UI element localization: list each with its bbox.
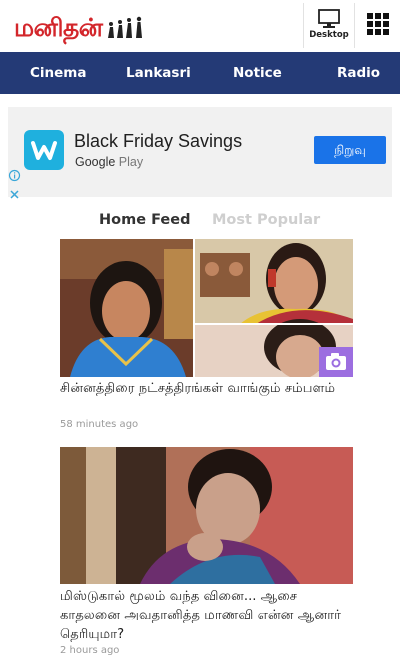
menu-grid-button[interactable] (364, 10, 392, 38)
article-thumbnail[interactable] (60, 447, 353, 584)
article-image (60, 447, 353, 584)
ad-close-icon[interactable] (8, 188, 21, 201)
ad-info-icon[interactable] (8, 169, 21, 182)
camera-icon (326, 353, 346, 370)
site-logo[interactable]: மனிதன் (14, 9, 146, 43)
article-image (60, 239, 353, 377)
ad-install-button[interactable]: நிறுவு (314, 136, 386, 164)
desktop-label: Desktop (309, 30, 349, 40)
monitor-icon (318, 9, 340, 28)
tab-home-feed[interactable]: Home Feed (99, 212, 190, 228)
article-time: 2 hours ago (60, 645, 120, 656)
logo-text: மனிதன் (14, 13, 103, 42)
desktop-view-button[interactable]: Desktop (303, 3, 355, 48)
evolution-figures-icon (107, 16, 142, 38)
article-time: 58 minutes ago (60, 419, 139, 430)
ad-info-controls[interactable] (8, 167, 21, 199)
ad-banner[interactable]: Black Friday Savings Google Play நிறுவு (8, 107, 392, 199)
ad-subtitle-product: Play (118, 155, 144, 169)
app-logo-icon (24, 130, 64, 170)
grid-icon (367, 13, 389, 35)
camera-badge (319, 347, 353, 377)
article-thumbnail[interactable] (60, 239, 353, 377)
nav-item-cinema[interactable]: Cinema (30, 52, 86, 94)
nav-item-lankasri[interactable]: Lankasri (126, 52, 191, 94)
ad-subtitle: Google Play (75, 155, 143, 169)
article-title[interactable]: மிஸ்டுகால் மூலம் வந்த வினை... ஆசை காதலனை… (60, 587, 360, 644)
tab-most-popular[interactable]: Most Popular (212, 212, 320, 228)
article-title[interactable]: சின்னத்திரை நட்சத்திரங்கள் வாங்கும் சம்ப… (60, 379, 360, 398)
site-header: மனிதன் Desktop (0, 0, 400, 50)
nav-item-notice[interactable]: Notice (233, 52, 282, 94)
category-nav: Cinema Lankasri Notice Radio (0, 52, 400, 94)
ad-title: Black Friday Savings (74, 131, 243, 151)
nav-item-radio[interactable]: Radio (337, 52, 380, 94)
ad-subtitle-brand: Google (75, 155, 116, 169)
